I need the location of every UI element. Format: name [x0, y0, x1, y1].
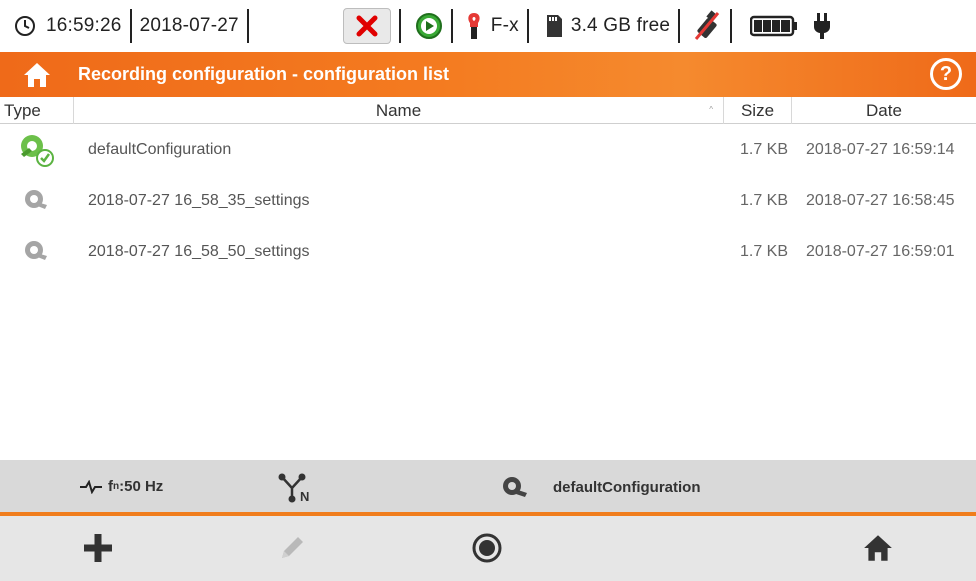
- status-time: 16:59:26: [46, 15, 122, 36]
- network-subscript: N: [300, 489, 309, 503]
- add-button[interactable]: [78, 530, 118, 566]
- config-icon: [25, 240, 47, 260]
- storage-free: 3.4 GB free: [570, 15, 671, 36]
- column-header-type[interactable]: Type: [0, 97, 74, 124]
- status-separator: [129, 9, 132, 43]
- row-name: defaultConfiguration: [88, 140, 232, 158]
- row-type-cell: [0, 234, 74, 270]
- row-type-cell: [0, 132, 74, 168]
- status-separator: [398, 9, 401, 43]
- table-header: Type Name ^ Size Date: [0, 97, 976, 124]
- edit-button[interactable]: [272, 530, 312, 566]
- row-type-cell: [0, 183, 74, 219]
- add-icon: [84, 534, 112, 562]
- waveform-icon: [80, 479, 102, 494]
- column-header-date[interactable]: Date: [792, 97, 976, 124]
- current-config-name: defaultConfiguration: [553, 479, 701, 496]
- status-separator: [450, 9, 453, 43]
- info-bar: f n:50 Hz N defaultConfiguration: [0, 460, 976, 514]
- battery-icon: [750, 15, 798, 37]
- table-row[interactable]: defaultConfiguration 1.7 KB 2018-07-27 1…: [0, 124, 976, 175]
- play-icon[interactable]: [415, 12, 443, 40]
- row-size: 1.7 KB: [739, 242, 788, 260]
- clamp-label: F-x: [490, 15, 519, 36]
- frequency-value: :50 Hz: [119, 478, 164, 495]
- home-button[interactable]: [858, 530, 898, 566]
- plug-icon: [814, 13, 831, 39]
- config-icon: [25, 189, 47, 209]
- row-size: 1.7 KB: [739, 140, 788, 158]
- column-header-name-label: Name: [375, 100, 422, 120]
- stop-icon: [356, 15, 378, 37]
- edit-icon: [282, 537, 303, 558]
- network-topology-icon: N: [278, 473, 309, 503]
- stop-button[interactable]: [342, 8, 391, 44]
- home-icon[interactable]: [22, 61, 52, 89]
- home-icon: [864, 535, 892, 561]
- status-separator: [526, 9, 529, 43]
- row-name: 2018-07-27 16_58_50_settings: [88, 242, 310, 260]
- status-bar: 16:59:26 2018-07-27 F-x 3.4 GB free: [0, 0, 976, 52]
- status-separator: [246, 9, 249, 43]
- status-date: 2018-07-27: [139, 15, 239, 36]
- column-header-size[interactable]: Size: [724, 97, 792, 124]
- row-name: 2018-07-27 16_58_35_settings: [88, 191, 310, 209]
- sort-ascending-icon: ^: [709, 105, 713, 114]
- column-header-name[interactable]: Name ^: [74, 97, 724, 124]
- sd-card-icon: [546, 15, 562, 37]
- record-button[interactable]: [467, 530, 507, 566]
- title-bar: Recording configuration - configuration …: [0, 52, 976, 97]
- page-title: Recording configuration - configuration …: [78, 64, 449, 84]
- status-separator: [678, 9, 681, 43]
- table-row[interactable]: 2018-07-27 16_58_35_settings 1.7 KB 2018…: [0, 175, 976, 226]
- row-size: 1.7 KB: [739, 191, 788, 209]
- record-icon: [472, 533, 502, 563]
- status-separator: [730, 9, 733, 43]
- table-row[interactable]: 2018-07-27 16_58_50_settings 1.7 KB 2018…: [0, 226, 976, 277]
- help-icon[interactable]: ?: [930, 58, 962, 90]
- clamp-icon: [468, 13, 480, 39]
- row-date: 2018-07-27 16:59:14: [806, 140, 955, 158]
- active-config-icon: [21, 134, 54, 167]
- clock-icon: [15, 16, 35, 36]
- row-date: 2018-07-27 16:58:45: [806, 191, 955, 209]
- row-date: 2018-07-27 16:59:01: [806, 242, 955, 260]
- configuration-list: defaultConfiguration 1.7 KB 2018-07-27 1…: [0, 124, 976, 460]
- bottom-toolbar: [0, 516, 976, 581]
- usb-disabled-icon: [695, 10, 720, 40]
- config-icon: [503, 477, 527, 497]
- frequency-indicator: f n:50 Hz: [80, 478, 163, 495]
